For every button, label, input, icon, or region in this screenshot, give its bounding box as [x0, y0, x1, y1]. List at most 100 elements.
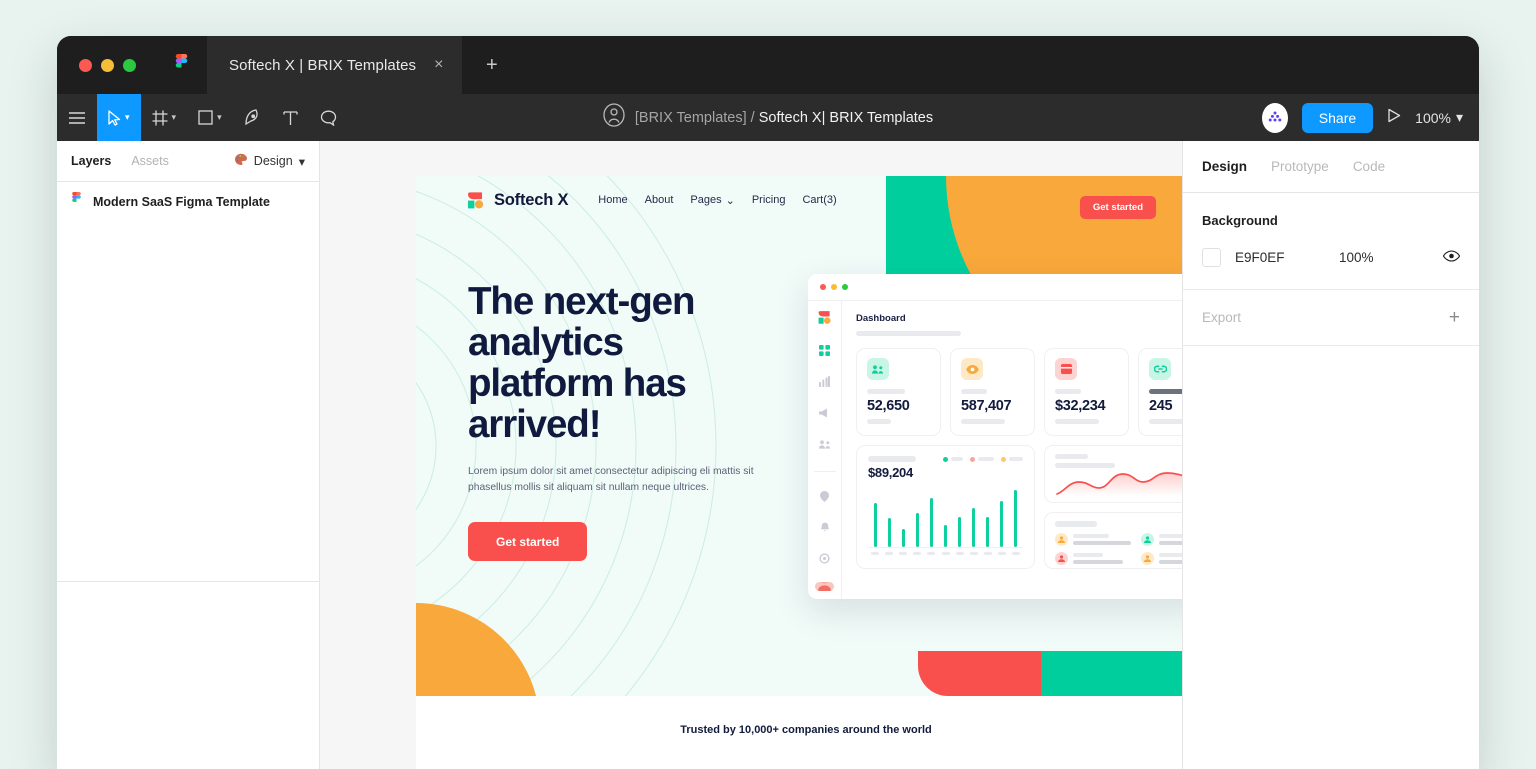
background-opacity-value[interactable]: 100%: [1339, 250, 1443, 265]
skeleton-line: [1159, 534, 1182, 538]
zoom-control[interactable]: 100% ▾: [1415, 109, 1463, 126]
sparkline-card[interactable]: [1044, 445, 1182, 503]
bar-slot: [938, 486, 952, 547]
megaphone-icon[interactable]: [819, 405, 830, 423]
stat-card[interactable]: $32,234: [1044, 348, 1129, 436]
website-artboard[interactable]: Softech X Home About Pages ⌄ Pricing Cart…: [416, 176, 1182, 769]
stat-card[interactable]: 587,407: [950, 348, 1035, 436]
breadcrumb-project: [BRIX Templates]: [634, 109, 747, 126]
bar-chart-icon[interactable]: [819, 374, 830, 392]
close-icon[interactable]: ×: [434, 57, 443, 73]
minimize-window-button[interactable]: [101, 58, 114, 72]
grid-dashboard-icon[interactable]: [819, 343, 830, 361]
nav-link-label: Cart(3): [802, 194, 837, 206]
legend-item: [1001, 456, 1023, 462]
text-tool[interactable]: [272, 94, 309, 141]
legend-dot: [943, 456, 948, 462]
contacts-list-card[interactable]: [1044, 512, 1182, 569]
dash-minimize-dot: [831, 284, 837, 290]
dashboard-user-avatar[interactable]: [815, 582, 834, 591]
list-item[interactable]: [1141, 533, 1182, 546]
site-nav-links: Home About Pages ⌄ Pricing Cart(3): [598, 194, 836, 207]
nav-link-label: Home: [598, 194, 628, 206]
breadcrumb-text[interactable]: [BRIX Templates] / Softech X| BRIX Templ…: [635, 110, 933, 126]
figma-logo-icon: [174, 54, 189, 76]
present-play-icon[interactable]: [1387, 108, 1401, 128]
color-swatch[interactable]: [1202, 248, 1221, 267]
background-hex-value[interactable]: E9F0EF: [1235, 250, 1339, 265]
sparkline-chart: [1056, 472, 1182, 496]
bar-label: [1009, 552, 1023, 555]
hero-get-started-button[interactable]: Get started: [468, 522, 588, 561]
dashboard-sidebar: [808, 301, 842, 599]
tab-assets[interactable]: Assets: [131, 154, 169, 168]
pen-tool[interactable]: [233, 94, 272, 141]
dash-close-dot: [820, 284, 826, 290]
share-button[interactable]: Share: [1301, 102, 1374, 133]
nav-link-home[interactable]: Home: [598, 194, 627, 206]
browser-tab[interactable]: Softech X | BRIX Templates ×: [207, 36, 462, 94]
skeleton-line: [961, 419, 1005, 424]
skeleton-line: [1055, 521, 1097, 527]
stat-value: 52,650: [867, 398, 910, 414]
list-item[interactable]: [1055, 533, 1131, 546]
bar-slot: [953, 486, 967, 547]
skeleton-line: [961, 389, 987, 394]
tab-layers[interactable]: Layers: [71, 154, 111, 168]
stat-card[interactable]: 52,650: [856, 348, 941, 436]
chart-bar: [873, 503, 877, 547]
window-controls: [57, 58, 136, 72]
editor-body: Layers Assets Design ▾ Modern SaaS Figma…: [57, 141, 1479, 769]
nav-link-about[interactable]: About: [645, 194, 674, 206]
location-pin-icon[interactable]: [820, 489, 829, 507]
maximize-window-button[interactable]: [123, 58, 136, 72]
nav-link-cart[interactable]: Cart(3): [802, 194, 836, 206]
nav-link-pages[interactable]: Pages ⌄: [690, 194, 734, 207]
menu-icon[interactable]: [57, 94, 97, 141]
skeleton-line: [1149, 389, 1182, 394]
revenue-bar-chart-card[interactable]: $89,204: [856, 445, 1035, 569]
list-item[interactable]: [1055, 552, 1131, 565]
tab-prototype[interactable]: Prototype: [1271, 159, 1329, 174]
dashboard-stat-cards: 52,650 587,407 $32,234 245: [856, 348, 1182, 436]
eye-visibility-icon[interactable]: [1442, 250, 1461, 265]
tab-code[interactable]: Code: [1353, 159, 1385, 174]
close-window-button[interactable]: [79, 58, 92, 72]
design-file-selector[interactable]: Design ▾: [234, 153, 305, 169]
team-people-icon[interactable]: [818, 436, 831, 454]
decorative-green-block-bottom: [1041, 651, 1182, 696]
new-tab-button[interactable]: +: [486, 55, 498, 75]
skeleton-line: [867, 419, 891, 424]
nav-link-label: Pricing: [751, 194, 786, 206]
nav-link-pricing[interactable]: Pricing: [752, 194, 786, 206]
skeleton-line: [1009, 457, 1023, 461]
design-canvas[interactable]: Softech X Home About Pages ⌄ Pricing Cart…: [320, 141, 1182, 769]
collaborator-avatar[interactable]: [1261, 102, 1288, 133]
dashboard-title: Dashboard: [856, 313, 906, 324]
tab-design[interactable]: Design: [1202, 159, 1247, 174]
move-tool[interactable]: ▾: [97, 94, 141, 141]
frame-tool[interactable]: ▾: [141, 94, 188, 141]
comment-tool[interactable]: [309, 94, 348, 141]
layer-item-modern-saas-figma-template[interactable]: Modern SaaS Figma Template: [57, 182, 319, 221]
skeleton-line: [1073, 560, 1123, 564]
chart-header: [868, 456, 1023, 462]
shape-tool[interactable]: ▾: [187, 94, 233, 141]
skeleton-line: [978, 457, 994, 461]
nav-get-started-button[interactable]: Get started: [1079, 196, 1156, 219]
stat-card[interactable]: 245: [1138, 348, 1182, 436]
add-export-button[interactable]: +: [1449, 308, 1460, 327]
bar-label: [924, 552, 938, 555]
background-section: Background E9F0EF 100%: [1183, 193, 1479, 290]
site-logo[interactable]: Softech X: [466, 191, 568, 210]
list-item[interactable]: [1141, 552, 1182, 565]
skeleton-line: [1073, 541, 1131, 545]
bar-label: [896, 552, 910, 555]
account-avatar-icon[interactable]: [603, 103, 625, 132]
chart-bar: [887, 517, 891, 547]
skeleton-line: [868, 456, 916, 462]
dashboard-right-column: [1044, 445, 1182, 569]
bell-notification-icon[interactable]: [820, 520, 830, 538]
legend-item: [970, 456, 994, 462]
gear-settings-icon[interactable]: [819, 551, 830, 569]
